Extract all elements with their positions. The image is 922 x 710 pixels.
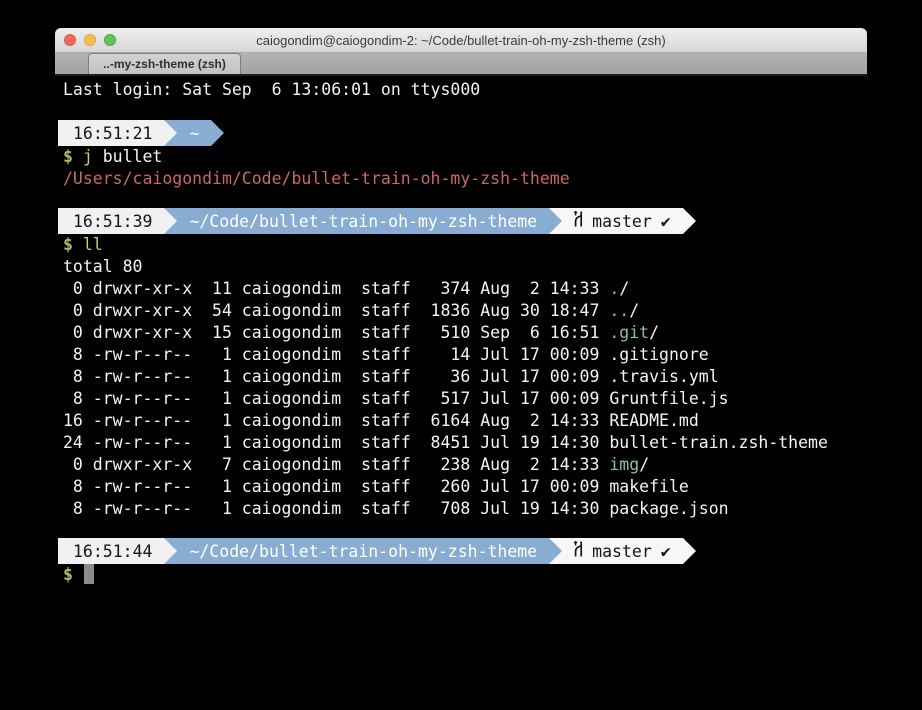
window-titlebar[interactable]: caiogondim@caiogondim-2: ~/Code/bullet-t…	[55, 28, 867, 53]
powerline-arrow-icon	[164, 538, 177, 564]
powerline-arrow-icon	[683, 538, 696, 564]
prompt-time-segment: 16:51:44	[58, 538, 164, 564]
prompt-time-segment: 16:51:39	[58, 208, 164, 234]
file-name: img	[609, 455, 639, 474]
git-clean-check-icon: ✔	[661, 212, 671, 231]
file-name: ..	[609, 301, 629, 320]
prompt-line-1: 16:51:21 ~	[58, 120, 903, 146]
command-line-1: $ j bullet	[63, 146, 903, 168]
file-name: .travis.yml	[609, 367, 718, 386]
table-row: 8 -rw-r--r-- 1 caiogondim staff 36 Jul 1…	[63, 366, 903, 388]
prompt-char: $	[63, 147, 73, 166]
powerline-arrow-icon	[683, 208, 696, 234]
git-branch-icon	[572, 540, 585, 562]
file-name: makefile	[609, 477, 688, 496]
table-row: 0 drwxr-xr-x 54 caiogondim staff 1836 Au…	[63, 300, 903, 322]
file-name: .git	[609, 323, 649, 342]
prompt-time-segment: 16:51:21	[58, 120, 164, 146]
tab-label: ..-my-zsh-theme (zsh)	[103, 57, 226, 71]
file-name: .gitignore	[609, 345, 708, 364]
file-name: package.json	[609, 499, 728, 518]
powerline-arrow-icon	[211, 120, 224, 146]
file-name: Gruntfile.js	[609, 389, 728, 408]
git-clean-check-icon: ✔	[661, 542, 671, 561]
file-name: .	[609, 279, 619, 298]
git-branch-name: master	[592, 212, 652, 231]
autojump-output: /Users/caiogondim/Code/bullet-train-oh-m…	[63, 168, 903, 190]
table-row: 8 -rw-r--r-- 1 caiogondim staff 708 Jul …	[63, 498, 903, 520]
tab-bar: ..-my-zsh-theme (zsh)	[55, 53, 867, 76]
prompt-char: $	[63, 565, 73, 584]
prompt-dir-segment: ~/Code/bullet-train-oh-my-zsh-theme	[177, 208, 549, 234]
prompt-dir-segment: ~	[177, 120, 211, 146]
table-row: 0 drwxr-xr-x 7 caiogondim staff 238 Aug …	[63, 454, 903, 476]
table-row: 8 -rw-r--r-- 1 caiogondim staff 14 Jul 1…	[63, 344, 903, 366]
terminal-cursor	[84, 564, 94, 584]
command-text: j	[73, 147, 93, 166]
table-row: 24 -rw-r--r-- 1 caiogondim staff 8451 Ju…	[63, 432, 903, 454]
command-line-2: $ ll	[63, 234, 903, 256]
file-name: README.md	[609, 411, 698, 430]
table-row: 8 -rw-r--r-- 1 caiogondim staff 517 Jul …	[63, 388, 903, 410]
terminal-content[interactable]: Last login: Sat Sep 6 13:06:01 on ttys00…	[63, 79, 903, 586]
window-title: caiogondim@caiogondim-2: ~/Code/bullet-t…	[55, 33, 867, 48]
current-input-line[interactable]: $	[63, 564, 903, 586]
powerline-arrow-icon	[164, 208, 177, 234]
prompt-char: $	[63, 235, 73, 254]
command-text: ll	[73, 235, 103, 254]
table-row: 16 -rw-r--r-- 1 caiogondim staff 6164 Au…	[63, 410, 903, 432]
git-branch-icon	[572, 210, 585, 232]
prompt-dir-segment: ~/Code/bullet-train-oh-my-zsh-theme	[177, 538, 549, 564]
last-login-line: Last login: Sat Sep 6 13:06:01 on ttys00…	[63, 79, 903, 101]
powerline-arrow-icon	[549, 538, 562, 564]
powerline-arrow-icon	[164, 120, 177, 146]
git-branch-name: master	[592, 542, 652, 561]
file-name: bullet-train.zsh-theme	[609, 433, 828, 452]
table-row: 0 drwxr-xr-x 11 caiogondim staff 374 Aug…	[63, 278, 903, 300]
table-row: 8 -rw-r--r-- 1 caiogondim staff 260 Jul …	[63, 476, 903, 498]
terminal-window: caiogondim@caiogondim-2: ~/Code/bullet-t…	[55, 28, 867, 76]
powerline-arrow-icon	[549, 208, 562, 234]
table-row: 0 drwxr-xr-x 15 caiogondim staff 510 Sep…	[63, 322, 903, 344]
total-line: total 80	[63, 256, 903, 278]
prompt-line-3: 16:51:44 ~/Code/bullet-train-oh-my-zsh-t…	[58, 538, 903, 564]
prompt-git-segment: master ✔	[562, 208, 683, 234]
prompt-line-2: 16:51:39 ~/Code/bullet-train-oh-my-zsh-t…	[58, 208, 903, 234]
command-args: bullet	[93, 147, 163, 166]
prompt-git-segment: master ✔	[562, 538, 683, 564]
tab-zsh-theme[interactable]: ..-my-zsh-theme (zsh)	[88, 53, 241, 74]
